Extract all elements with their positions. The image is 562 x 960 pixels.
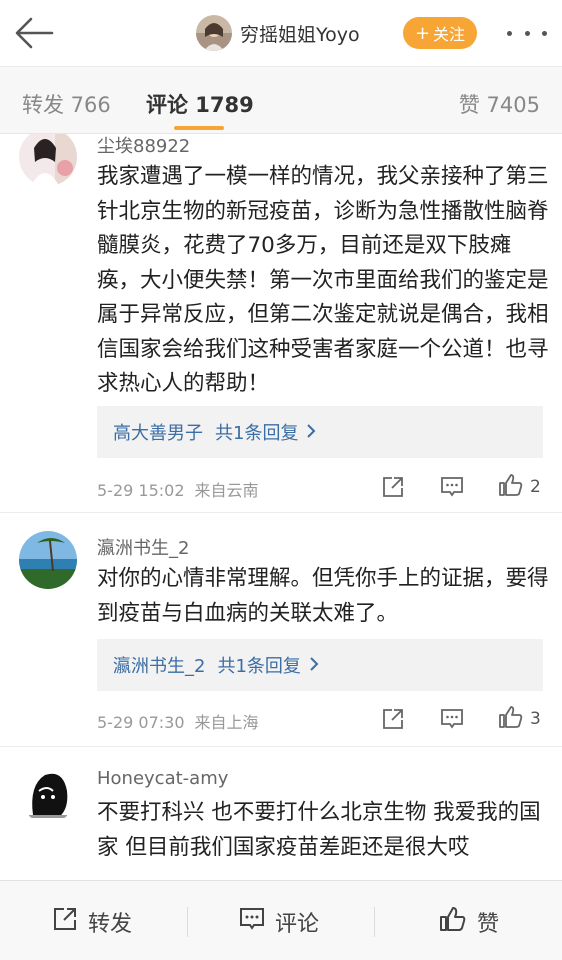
post-stats-tabs: 转发 766 评论 1789 赞 7405 (0, 66, 562, 134)
repost-label: 转发 (88, 912, 133, 937)
chevron-right-icon (309, 656, 319, 675)
top-bar: 穷摇姐姐Yoyo + 关注 (0, 0, 562, 66)
like-post-button[interactable]: 赞 (439, 907, 499, 937)
comment-icon[interactable] (440, 474, 464, 500)
comment-meta: 5-29 15:02 来自云南 (97, 477, 259, 501)
reply-author: 瀛洲书生_2 (113, 656, 206, 677)
commenter-name[interactable]: 瀛洲书生_2 (97, 534, 189, 560)
comment-time: 5-29 07:30 (97, 713, 185, 732)
comment-item: 瀛洲书生_2 对你的心情非常理解。但凭你手上的证据，要得到疫苗与白血病的关联太难… (0, 513, 562, 746)
divider (187, 907, 188, 937)
like-count: 2 (530, 477, 541, 497)
repost-button[interactable]: 转发 (52, 907, 132, 937)
like-label: 赞 (477, 912, 500, 937)
commenter-avatar[interactable] (19, 134, 77, 186)
commenter-avatar[interactable] (19, 531, 77, 589)
comment-label: 评论 (275, 912, 320, 937)
divider (374, 907, 375, 937)
comment-meta: 5-29 07:30 来自上海 (97, 709, 259, 733)
poster-avatar[interactable] (196, 15, 232, 51)
comment-time: 5-29 15:02 (97, 481, 185, 500)
share-icon[interactable] (381, 706, 405, 732)
commenter-name[interactable]: Honeycat-amy (97, 768, 228, 789)
comment-icon (239, 906, 265, 938)
reply-summary[interactable]: 高大善男子 共1条回复 (97, 406, 543, 458)
comment-location: 来自上海 (194, 713, 259, 732)
reply-count: 共1条回复 (215, 423, 299, 444)
comment-item: 尘埃88922 我家遭遇了一模一样的情况，我父亲接种了第三针北京生物的新冠疫苗，… (0, 134, 562, 512)
comment-list: 尘埃88922 我家遭遇了一模一样的情况，我父亲接种了第三针北京生物的新冠疫苗，… (0, 134, 562, 880)
commenter-avatar[interactable] (19, 765, 77, 823)
comment-item: Honeycat-amy 不要打科兴 也不要打什么北京生物 我爱我的国家 但目前… (0, 747, 562, 880)
like-count: 3 (530, 709, 541, 729)
commenter-name[interactable]: 尘埃88922 (97, 134, 190, 158)
poster-info[interactable]: 穷摇姐姐Yoyo (196, 14, 360, 52)
tab-likes[interactable]: 赞 7405 (459, 89, 540, 119)
poster-name[interactable]: 穷摇姐姐Yoyo (240, 20, 360, 47)
comment-location: 来自云南 (194, 481, 259, 500)
thumbs-up-icon (498, 473, 524, 501)
repost-icon (52, 906, 78, 938)
follow-label: 关注 (433, 25, 466, 44)
chevron-right-icon (306, 423, 316, 442)
like-button[interactable]: 3 (498, 706, 541, 732)
bottom-action-bar: 转发 评论 赞 (0, 880, 562, 960)
reply-author: 高大善男子 (113, 423, 203, 444)
comment-text: 对你的心情非常理解。但凭你手上的证据，要得到疫苗与白血病的关联太难了。 (97, 566, 549, 626)
tab-comments[interactable]: 评论 1789 (146, 89, 254, 119)
more-options-icon[interactable] (507, 22, 547, 44)
reply-count: 共1条回复 (217, 656, 301, 677)
reply-summary[interactable]: 瀛洲书生_2 共1条回复 (97, 639, 543, 691)
thumbs-up-icon (439, 906, 467, 938)
active-tab-indicator (174, 126, 224, 130)
like-button[interactable]: 2 (498, 474, 541, 500)
back-arrow-icon[interactable] (14, 16, 54, 50)
follow-button[interactable]: + 关注 (403, 17, 477, 49)
comment-text: 不要打科兴 也不要打什么北京生物 我爱我的国家 但目前我们国家疫苗差距还是很大哎 (97, 800, 541, 860)
comment-button[interactable]: 评论 (239, 907, 319, 937)
comment-icon[interactable] (440, 706, 464, 732)
tab-repost[interactable]: 转发 766 (22, 89, 111, 119)
plus-icon: + (414, 22, 431, 44)
thumbs-up-icon (498, 705, 524, 733)
share-icon[interactable] (381, 474, 405, 500)
comment-text: 我家遭遇了一模一样的情况，我父亲接种了第三针北京生物的新冠疫苗，诊断为急性播散性… (97, 164, 549, 396)
